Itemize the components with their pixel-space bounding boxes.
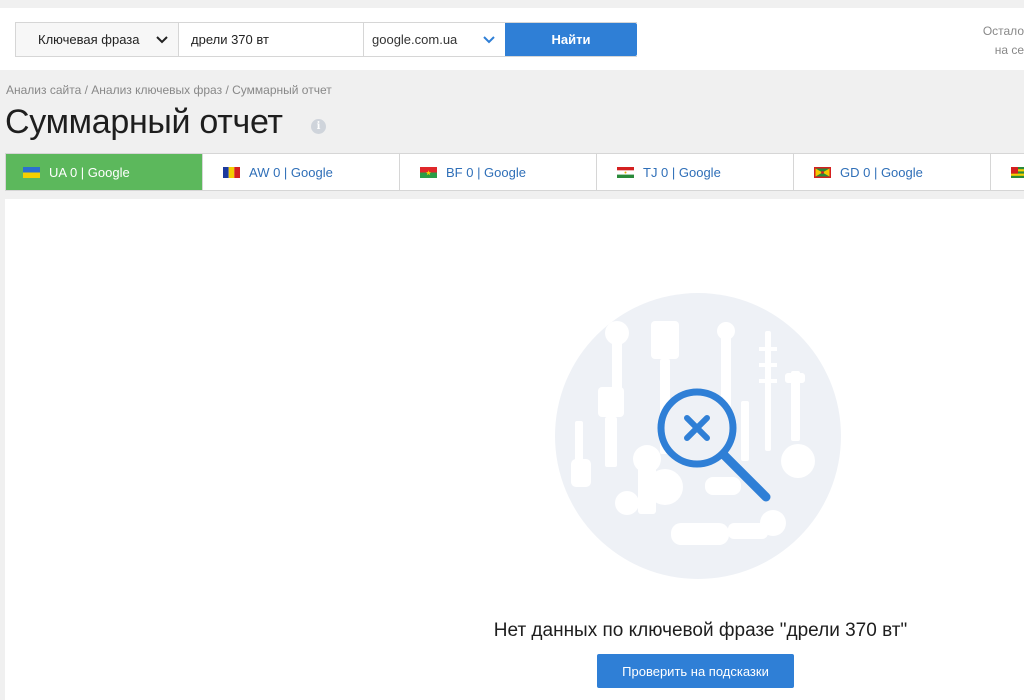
breadcrumb-separator: / bbox=[222, 83, 233, 97]
tab-aw[interactable]: AW 0 | Google bbox=[203, 154, 400, 190]
tab-bf[interactable]: BF 0 | Google bbox=[400, 154, 597, 190]
tab-tg[interactable] bbox=[991, 154, 1024, 190]
search-input[interactable] bbox=[179, 23, 364, 56]
breadcrumb-item-current: Суммарный отчет bbox=[232, 83, 332, 97]
tab-ua[interactable]: UA 0 | Google bbox=[6, 154, 203, 190]
info-icon[interactable]: i bbox=[311, 119, 326, 134]
top-bar: Ключевая фраза google.com.ua Найти Остал… bbox=[0, 8, 1024, 70]
search-submit-button[interactable]: Найти bbox=[505, 23, 637, 56]
tab-tj[interactable]: TJ 0 | Google bbox=[597, 154, 794, 190]
tab-label: AW 0 | Google bbox=[249, 164, 333, 180]
tab-label: UA 0 | Google bbox=[49, 164, 130, 180]
remaining-limit: Остало на се bbox=[964, 22, 1024, 60]
check-suggestions-button[interactable]: Проверить на подсказки bbox=[597, 654, 794, 688]
no-data-message: Нет данных по ключевой фразе "дрели 370 … bbox=[493, 620, 908, 641]
flag-tj-icon bbox=[617, 166, 634, 178]
flag-gd-icon bbox=[814, 166, 831, 178]
remaining-line-1: Остало bbox=[982, 24, 1024, 38]
tab-label: GD 0 | Google bbox=[840, 164, 923, 180]
chevron-down-icon bbox=[483, 35, 495, 43]
region-tabs: UA 0 | Google AW 0 | Google BF 0 | Googl… bbox=[5, 153, 1024, 191]
tab-label: TJ 0 | Google bbox=[643, 164, 721, 180]
search-engine-select[interactable]: google.com.ua bbox=[364, 23, 505, 56]
flag-ua-icon bbox=[23, 166, 40, 178]
results-panel: Нет данных по ключевой фразе "дрели 370 … bbox=[5, 199, 1024, 700]
breadcrumb-separator: / bbox=[81, 83, 92, 97]
search-engine-label: google.com.ua bbox=[372, 32, 458, 47]
breadcrumb: Анализ сайта / Анализ ключевых фраз / Су… bbox=[6, 83, 332, 97]
search-row: Ключевая фраза google.com.ua Найти bbox=[15, 22, 637, 57]
search-type-label: Ключевая фраза bbox=[38, 32, 140, 47]
breadcrumb-item-keyword-analysis[interactable]: Анализ ключевых фраз bbox=[91, 83, 222, 97]
no-results-illustration bbox=[555, 293, 841, 579]
search-type-select[interactable]: Ключевая фраза bbox=[16, 23, 179, 56]
breadcrumb-item-site-analysis[interactable]: Анализ сайта bbox=[6, 83, 81, 97]
remaining-line-2: на се bbox=[994, 43, 1024, 57]
tab-label: BF 0 | Google bbox=[446, 164, 526, 180]
page-title: Суммарный отчет bbox=[5, 103, 283, 141]
flag-aw-icon bbox=[223, 166, 240, 178]
chevron-down-icon bbox=[156, 35, 168, 43]
tab-gd[interactable]: GD 0 | Google bbox=[794, 154, 991, 190]
flag-tg-icon bbox=[1011, 166, 1024, 178]
flag-bf-icon bbox=[420, 166, 437, 178]
